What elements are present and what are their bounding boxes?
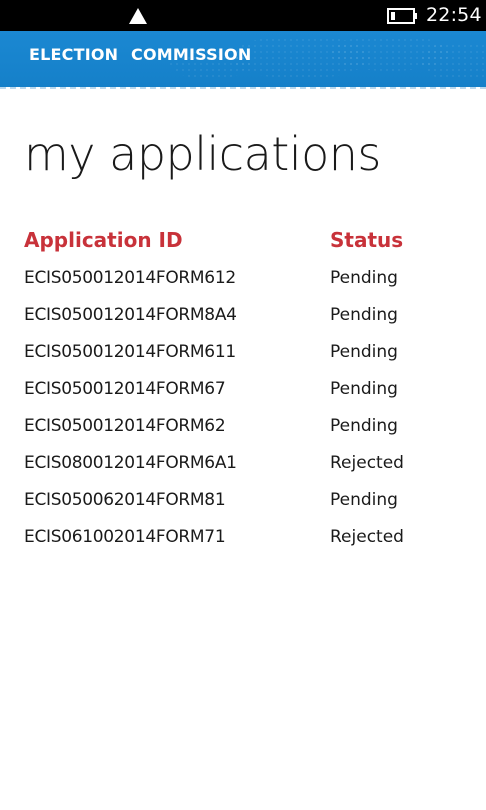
clock: 22:54 — [426, 4, 482, 26]
application-status: Pending — [330, 342, 398, 362]
table-row[interactable]: ECIS050012014FORM612 Pending — [0, 266, 486, 303]
battery-icon — [387, 8, 417, 24]
table-row[interactable]: ECIS061002014FORM71 Rejected — [0, 525, 486, 562]
application-id: ECIS050012014FORM611 — [24, 342, 236, 362]
app-title: ELECTION COMMISSION — [29, 45, 252, 64]
table-row[interactable]: ECIS050012014FORM8A4 Pending — [0, 303, 486, 340]
column-header-status: Status — [330, 228, 404, 252]
application-status: Pending — [330, 305, 398, 325]
application-status: Pending — [330, 490, 398, 510]
application-id: ECIS061002014FORM71 — [24, 527, 226, 547]
column-header-application-id: Application ID — [24, 228, 183, 252]
application-id: ECIS080012014FORM6A1 — [24, 453, 237, 473]
table-row[interactable]: ECIS050062014FORM81 Pending — [0, 488, 486, 525]
table-row[interactable]: ECIS050012014FORM62 Pending — [0, 414, 486, 451]
application-id: ECIS050012014FORM67 — [24, 379, 226, 399]
status-bar: 22:54 — [0, 0, 486, 31]
application-status: Pending — [330, 268, 398, 288]
application-status: Pending — [330, 416, 398, 436]
application-id: ECIS050012014FORM8A4 — [24, 305, 237, 325]
table-row[interactable]: ECIS080012014FORM6A1 Rejected — [0, 451, 486, 488]
application-id: ECIS050012014FORM612 — [24, 268, 236, 288]
table-row[interactable]: ECIS050012014FORM611 Pending — [0, 340, 486, 377]
application-status: Rejected — [330, 453, 404, 473]
application-status: Pending — [330, 379, 398, 399]
page-title: my applications — [24, 127, 381, 181]
table-row[interactable]: ECIS050012014FORM67 Pending — [0, 377, 486, 414]
signal-icon — [129, 8, 147, 24]
application-id: ECIS050012014FORM62 — [24, 416, 226, 436]
header-divider — [0, 87, 486, 89]
application-id: ECIS050062014FORM81 — [24, 490, 226, 510]
application-status: Rejected — [330, 527, 404, 547]
applications-list: ECIS050012014FORM612 Pending ECIS0500120… — [0, 266, 486, 562]
